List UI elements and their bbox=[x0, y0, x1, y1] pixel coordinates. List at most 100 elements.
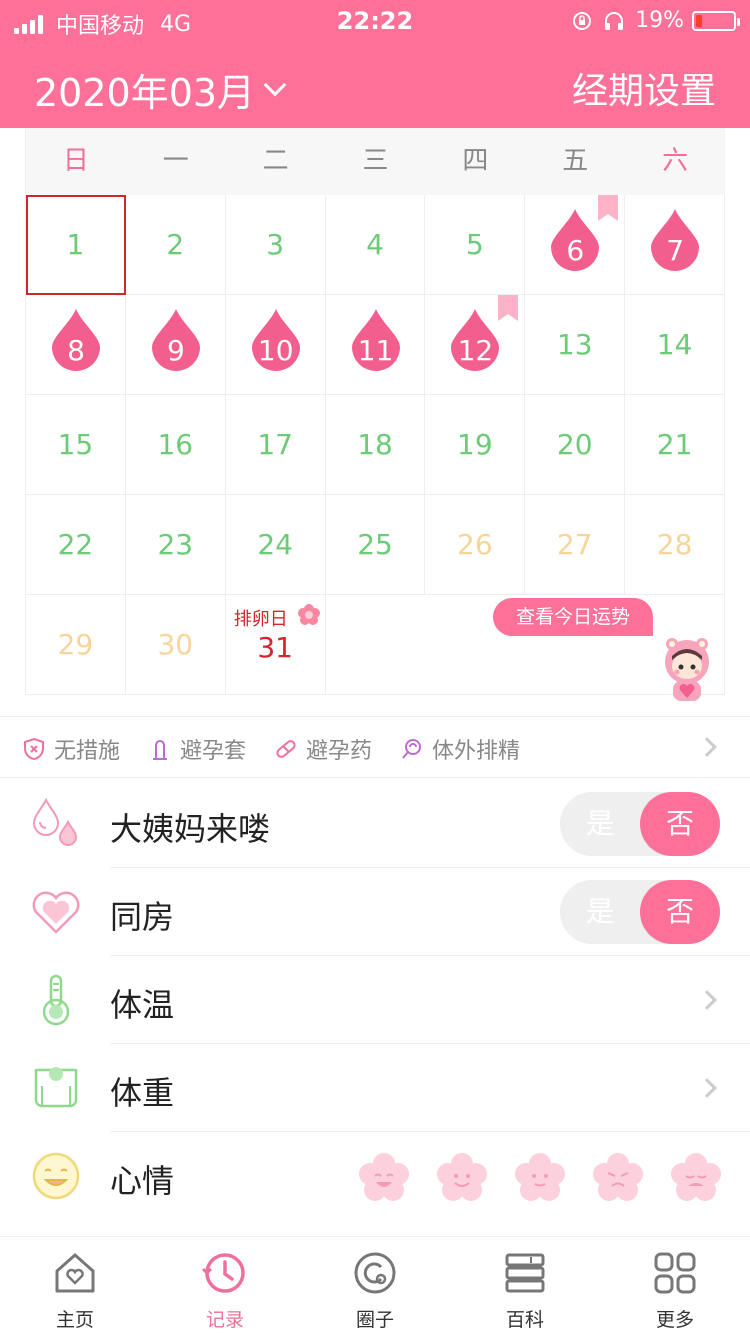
day-number: 13 bbox=[556, 328, 593, 361]
day-number: 4 bbox=[366, 228, 384, 261]
contraception-label: 避孕药 bbox=[306, 739, 373, 764]
toggle-no-selected[interactable]: 否 bbox=[640, 880, 720, 944]
calendar-day[interactable]: 22 bbox=[26, 495, 126, 595]
mood-happy-icon[interactable] bbox=[436, 1152, 488, 1204]
contraception-label: 体外排精 bbox=[432, 739, 521, 764]
day-number: 6 bbox=[566, 234, 585, 267]
toggle-no-selected[interactable]: 否 bbox=[640, 792, 720, 856]
calendar-day[interactable]: 15 bbox=[26, 395, 126, 495]
toggle-yes[interactable]: 是 bbox=[560, 880, 640, 944]
calendar-day-fertile[interactable]: 26 bbox=[425, 495, 526, 595]
record-row-temperature[interactable]: 体温 bbox=[0, 956, 750, 1044]
calendar-day[interactable]: 3 bbox=[225, 195, 326, 295]
day-number: 30 bbox=[157, 628, 194, 661]
day-number: 27 bbox=[556, 528, 593, 561]
calendar-day-fertile[interactable]: 28 bbox=[625, 495, 726, 595]
record-row-mood: 心情 bbox=[0, 1132, 750, 1220]
calendar-day-period[interactable]: 8 bbox=[26, 295, 126, 395]
tab-label: 主页 bbox=[55, 1309, 94, 1331]
calendar-day-period[interactable]: 9 bbox=[125, 295, 226, 395]
mood-angry-icon[interactable] bbox=[592, 1152, 644, 1204]
rotation-lock-icon bbox=[573, 11, 592, 30]
home-icon bbox=[55, 1253, 95, 1293]
calendar-day[interactable]: 24 bbox=[225, 495, 326, 595]
tab-home[interactable]: 主页 bbox=[0, 1237, 150, 1334]
weekday-label: 六 bbox=[662, 146, 689, 176]
calendar-day[interactable]: 14 bbox=[625, 295, 726, 395]
chevron-right-icon bbox=[697, 990, 717, 1010]
calendar-day[interactable]: 21 bbox=[625, 395, 726, 495]
mascot-girl-icon[interactable] bbox=[658, 636, 716, 704]
calendar-week: 15 16 17 18 19 20 21 bbox=[26, 395, 726, 495]
calendar-day-fertile[interactable]: 30 bbox=[125, 595, 226, 695]
day-number: 18 bbox=[357, 428, 393, 461]
month-label: 2020年03月 bbox=[34, 71, 256, 115]
mood-calm-icon[interactable] bbox=[514, 1152, 566, 1204]
calendar-day-ovulation[interactable]: 排卵日 31 bbox=[225, 595, 326, 695]
mood-laughing-icon[interactable] bbox=[358, 1152, 410, 1204]
calendar-day[interactable]: 23 bbox=[125, 495, 226, 595]
calendar-day[interactable]: 18 bbox=[325, 395, 426, 495]
weekday-label: 日 bbox=[62, 146, 89, 176]
period-drop-icon: 7 bbox=[651, 209, 700, 271]
mood-crying-icon[interactable] bbox=[670, 1152, 722, 1204]
contraception-label: 无措施 bbox=[54, 739, 121, 764]
calendar-day-period[interactable]: 7 bbox=[625, 195, 726, 295]
weekday-label: 一 bbox=[162, 146, 189, 176]
intimacy-yes-no-toggle[interactable]: 是 否 bbox=[560, 880, 720, 944]
calendar-day-period[interactable]: 10 bbox=[225, 295, 326, 395]
toggle-yes[interactable]: 是 bbox=[560, 792, 640, 856]
calendar-day[interactable]: 20 bbox=[525, 395, 626, 495]
calendar-week: 1 2 3 4 5 6 7 bbox=[26, 195, 726, 295]
calendar-day[interactable]: 13 bbox=[525, 295, 626, 395]
record-label: 同房 bbox=[110, 898, 175, 936]
shield-x-icon bbox=[24, 737, 44, 761]
calendar-day[interactable]: 19 bbox=[425, 395, 526, 495]
calendar-day-period[interactable]: 12 bbox=[425, 295, 526, 395]
contraception-row: 无措施 避孕套 避孕药 体外排精 bbox=[0, 716, 750, 778]
month-picker[interactable]: 2020年03月 bbox=[34, 62, 287, 117]
period-yes-no-toggle[interactable]: 是 否 bbox=[560, 792, 720, 856]
calendar-day-period[interactable]: 11 bbox=[325, 295, 426, 395]
calendar-day[interactable]: 25 bbox=[325, 495, 426, 595]
calendar-day-fertile[interactable]: 27 bbox=[525, 495, 626, 595]
weekday-label: 二 bbox=[262, 146, 289, 176]
day-number: 3 bbox=[266, 228, 285, 261]
tab-more[interactable]: 更多 bbox=[600, 1237, 750, 1334]
daily-fortune-button[interactable]: 查看今日运势 bbox=[493, 598, 653, 636]
contraception-option-pill[interactable]: 避孕药 bbox=[274, 733, 372, 765]
calendar-day-today[interactable]: 1 bbox=[26, 195, 126, 295]
tab-label: 百科 bbox=[505, 1309, 544, 1331]
contraception-option-none[interactable]: 无措施 bbox=[22, 733, 120, 765]
day-number: 31 bbox=[257, 631, 293, 664]
period-end-bookmark-icon bbox=[498, 295, 519, 321]
calendar-day[interactable]: 4 bbox=[325, 195, 426, 295]
chevron-right-icon[interactable] bbox=[697, 737, 717, 757]
day-number: 2 bbox=[166, 228, 185, 261]
day-number: 25 bbox=[357, 528, 393, 561]
period-settings-button[interactable]: 经期设置 bbox=[572, 62, 716, 114]
period-drop-icon: 9 bbox=[151, 309, 200, 371]
tab-record[interactable]: 记录 bbox=[150, 1237, 300, 1334]
record-label: 体重 bbox=[110, 1074, 175, 1112]
tab-encyclopedia[interactable]: 百科 bbox=[450, 1237, 600, 1334]
tab-community[interactable]: 圈子 bbox=[300, 1237, 450, 1334]
day-number: 14 bbox=[656, 328, 693, 361]
contraception-option-withdrawal[interactable]: 体外排精 bbox=[400, 733, 520, 765]
battery-percent: 19% bbox=[635, 8, 684, 33]
calendar-week: 8 9 10 11 12 13 14 bbox=[26, 295, 726, 395]
calendar-day[interactable]: 5 bbox=[425, 195, 526, 295]
calendar-day[interactable]: 16 bbox=[125, 395, 226, 495]
contraception-option-condom[interactable]: 避孕套 bbox=[148, 733, 246, 765]
battery-icon bbox=[692, 10, 740, 31]
calendar-day-period[interactable]: 6 bbox=[525, 195, 626, 295]
calendar-empty-cell bbox=[325, 595, 426, 695]
record-row-weight[interactable]: 体重 bbox=[0, 1044, 750, 1132]
day-number: 9 bbox=[166, 334, 185, 367]
calendar-day[interactable]: 17 bbox=[225, 395, 326, 495]
calendar-day[interactable]: 2 bbox=[125, 195, 226, 295]
day-number: 12 bbox=[457, 334, 494, 367]
day-number: 22 bbox=[57, 528, 94, 561]
weekday-label: 四 bbox=[462, 146, 489, 176]
calendar-day-fertile[interactable]: 29 bbox=[26, 595, 126, 695]
